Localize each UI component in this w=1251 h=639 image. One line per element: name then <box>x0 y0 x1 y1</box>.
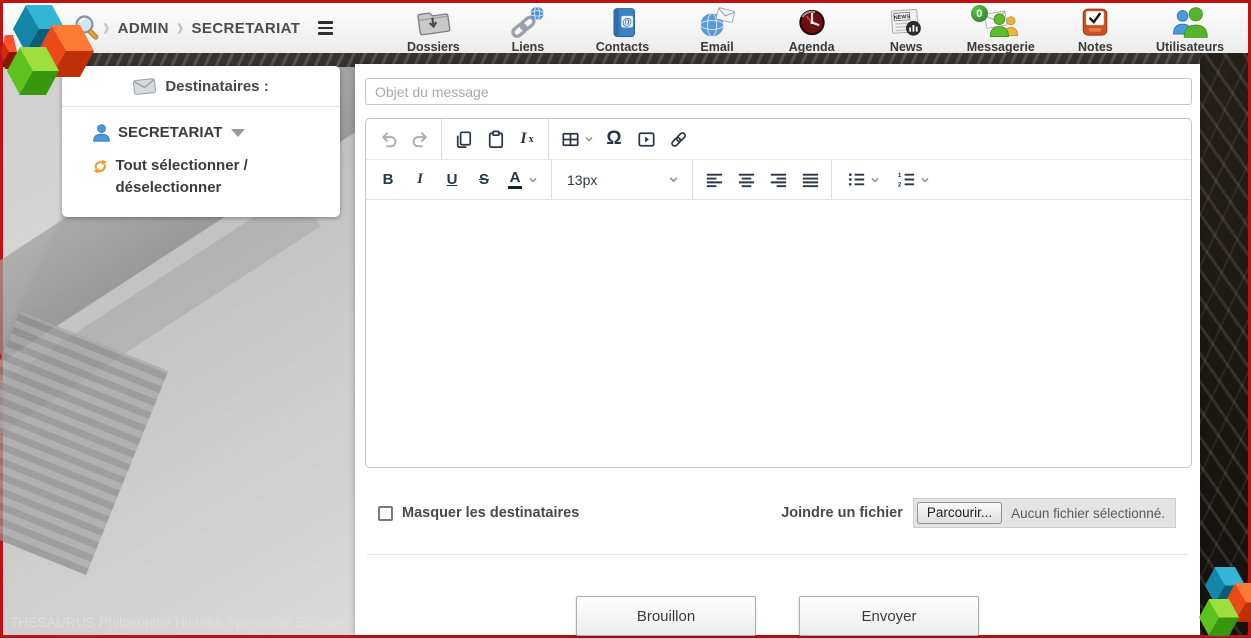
nav-label: Contacts <box>596 40 649 54</box>
nav-label: Email <box>700 40 733 54</box>
envelope-icon <box>132 77 158 96</box>
nav-dossiers[interactable]: Dossiers <box>391 5 475 54</box>
editor-toolbar-row-2: B I U S A 13px <box>366 159 1191 199</box>
numbered-list-button[interactable]: 1 2 <box>887 165 937 195</box>
underline-button[interactable]: U <box>436 165 468 195</box>
breadcrumb-separator: › <box>177 13 184 43</box>
media-button[interactable] <box>630 124 662 154</box>
file-input: Parcourir... Aucun fichier sélectionné. <box>913 498 1176 528</box>
nav-contacts[interactable]: @ Contacts <box>581 5 665 54</box>
globe-envelope-icon <box>695 6 739 39</box>
nav-label: Dossiers <box>407 40 460 54</box>
editor-body[interactable] <box>366 199 1191 467</box>
divider <box>367 554 1188 555</box>
person-icon <box>92 123 111 142</box>
nav-notes[interactable]: Notes <box>1053 5 1137 54</box>
breadcrumb-admin[interactable]: ADMIN <box>118 20 169 37</box>
select-all-label: Tout sélectionner / déselectionner <box>116 155 327 199</box>
file-status-text: Aucun fichier sélectionné. <box>1011 506 1165 521</box>
nav-label: Messagerie <box>967 40 1035 54</box>
messagerie-badge: 0 <box>971 5 988 22</box>
breadcrumb-separator: › <box>103 13 110 43</box>
align-left-button[interactable] <box>698 165 730 195</box>
main-nav: Dossiers Liens <box>361 5 1238 54</box>
nav-label: Agenda <box>789 40 835 54</box>
chevron-down-icon <box>870 175 880 185</box>
send-button[interactable]: Envoyer <box>799 596 979 636</box>
nav-liens[interactable]: Liens <box>486 5 570 54</box>
table-button[interactable] <box>554 124 598 154</box>
editor-toolbar-row-1: Ix Ω <box>366 119 1191 159</box>
link-globe-icon <box>507 6 549 39</box>
nav-label: Utilisateurs <box>1156 40 1224 54</box>
address-book-icon: @ <box>603 6 643 39</box>
draft-button[interactable]: Brouillon <box>576 596 756 636</box>
browse-button[interactable]: Parcourir... <box>917 502 1002 524</box>
nav-label: News <box>890 40 923 54</box>
bullet-list-button[interactable] <box>837 165 887 195</box>
chevron-down-icon <box>528 175 538 185</box>
svg-text:2: 2 <box>897 182 901 189</box>
two-users-icon <box>1168 6 1212 39</box>
strikethrough-button[interactable]: S <box>468 165 500 195</box>
nav-email[interactable]: Email <box>675 5 759 54</box>
copy-button[interactable] <box>447 124 479 154</box>
font-size-value: 13px <box>567 172 597 188</box>
align-center-button[interactable] <box>730 165 762 195</box>
newspaper-icon: NEWS <box>884 6 928 39</box>
nav-agenda[interactable]: Agenda <box>770 5 854 54</box>
recipients-header: Destinataires : <box>62 66 340 107</box>
checkbox-tray-icon <box>1076 6 1114 39</box>
breadcrumb: › ADMIN › SECRETARIAT <box>103 5 337 51</box>
folder-icon <box>412 6 454 39</box>
compose-panel: Ix Ω <box>355 64 1200 635</box>
italic-button[interactable]: I <box>404 165 436 195</box>
special-character-button[interactable]: Ω <box>598 124 630 154</box>
thesaurus-logo-bottom <box>1195 559 1251 639</box>
clock-icon <box>793 6 831 39</box>
chevron-down-icon <box>668 174 679 185</box>
redo-button[interactable] <box>404 124 436 154</box>
group-label: SECRETARIAT <box>118 124 222 141</box>
nav-label: Notes <box>1078 40 1113 54</box>
compose-options-row: Masquer les destinataires Joindre un fic… <box>365 498 1190 528</box>
link-button[interactable] <box>662 124 694 154</box>
hide-recipients-checkbox[interactable] <box>378 506 393 521</box>
text-color-button[interactable]: A <box>500 165 546 195</box>
recipients-panel: Destinataires : SECRETARIAT Tout sélecti… <box>62 66 340 217</box>
svg-text:@: @ <box>622 17 632 28</box>
paste-button[interactable] <box>479 124 511 154</box>
attach-file-label: Joindre un fichier <box>781 505 903 521</box>
refresh-icon <box>92 157 109 176</box>
thesaurus-logo[interactable] <box>1 1 96 103</box>
background-dark-facade <box>1200 53 1248 635</box>
undo-button[interactable] <box>372 124 404 154</box>
hide-recipients-label: Masquer les destinataires <box>402 505 579 521</box>
menu-icon[interactable] <box>314 17 337 39</box>
nav-messagerie[interactable]: 0 Messagerie <box>959 5 1043 54</box>
chevron-down-icon <box>920 175 930 185</box>
nav-label: Liens <box>512 40 545 54</box>
compose-actions: Brouillon Envoyer <box>365 596 1190 636</box>
breadcrumb-secretariat[interactable]: SECRETARIAT <box>192 20 301 37</box>
nav-utilisateurs[interactable]: Utilisateurs <box>1148 5 1232 54</box>
top-navigation-bar: › ADMIN › SECRETARIAT Dossiers <box>3 3 1248 53</box>
chevron-down-icon[interactable] <box>231 129 245 137</box>
chevron-down-icon <box>584 134 594 144</box>
select-all-toggle[interactable]: Tout sélectionner / déselectionner <box>80 155 326 199</box>
font-size-select[interactable]: 13px <box>557 165 687 195</box>
nav-news[interactable]: NEWS News <box>864 5 948 54</box>
svg-text:NEWS: NEWS <box>894 14 911 21</box>
rich-text-editor: Ix Ω <box>365 118 1192 468</box>
align-justify-button[interactable] <box>794 165 826 195</box>
recipient-group-secretariat[interactable]: SECRETARIAT <box>92 123 326 142</box>
svg-text:1: 1 <box>897 172 901 179</box>
recipients-title: Destinataires : <box>165 78 268 95</box>
clear-formatting-button[interactable]: Ix <box>511 124 543 154</box>
align-right-button[interactable] <box>762 165 794 195</box>
subject-input[interactable] <box>365 78 1192 105</box>
bold-button[interactable]: B <box>372 165 404 195</box>
